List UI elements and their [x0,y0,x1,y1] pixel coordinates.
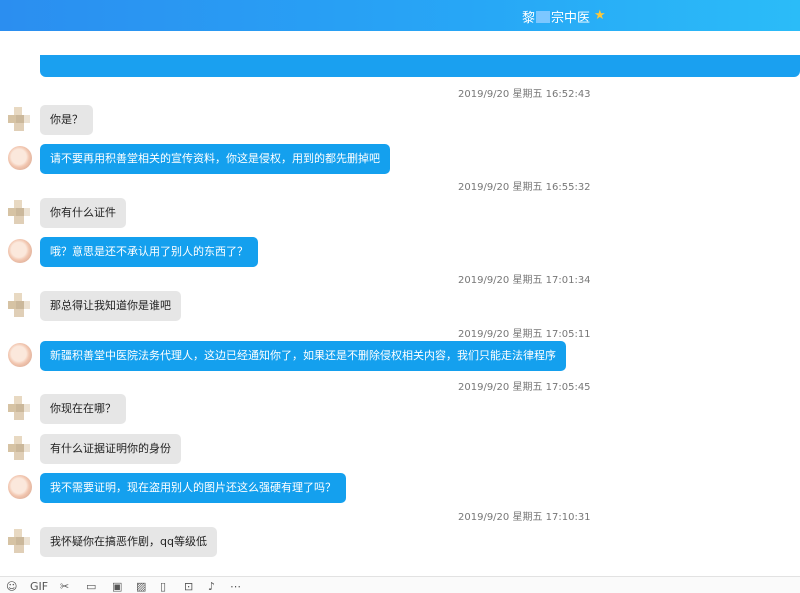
incoming-message: 你有什么证件 [0,198,800,238]
emoji-icon[interactable]: ☺ [6,581,17,593]
message-timestamp: 2019/9/20 星期五 17:01:34 [458,275,591,286]
my-avatar[interactable] [8,146,32,170]
message-bubble[interactable]: 哦？意思是还不承认用了别人的东西了？ [40,237,258,267]
contact-avatar[interactable] [8,396,32,420]
message-timestamp: 2019/9/20 星期五 16:52:43 [458,89,591,100]
contact-avatar[interactable] [8,107,32,131]
phone-icon[interactable]: ▯ [160,581,166,593]
input-toolbar: ☺ GIF ✂ ▭ ▣ ▨ ▯ ⊡ ♪ ⋯ [0,576,800,593]
redacted-block [536,11,551,23]
contact-avatar[interactable] [8,200,32,224]
chat-title-bar: 黎宗中医 ★ [0,0,800,31]
cut-off-message-text [50,60,790,70]
message-bubble[interactable]: 有什么证据证明你的身份 [40,434,181,464]
outgoing-message: 请不要再用积善堂相关的宣传资料，你这是侵权，用到的都先删掉吧 [0,144,800,184]
contact-avatar[interactable] [8,293,32,317]
chat-message-area[interactable]: 2019/9/20 星期五 16:52:43 你是？ 请不要再用积善堂相关的宣传资料… [0,31,800,576]
incoming-message: 有什么证据证明你的身份 [0,434,800,474]
message-bubble[interactable]: 新疆积善堂中医院法务代理人，这边已经通知你了，如果还是不删除侵权相关内容，我们只… [40,341,566,371]
more-icon[interactable]: ⋯ [230,581,241,593]
contact-name-prefix: 黎 [522,11,536,26]
gif-icon[interactable]: GIF [30,581,48,593]
my-avatar[interactable] [8,239,32,263]
contact-name[interactable]: 黎宗中医 [522,7,590,26]
outgoing-message: 哦？意思是还不承认用了别人的东西了？ [0,237,800,277]
message-bubble[interactable]: 那总得让我知道你是谁吧 [40,291,181,321]
message-bubble[interactable]: 请不要再用积善堂相关的宣传资料，你这是侵权，用到的都先删掉吧 [40,144,390,174]
incoming-message: 你现在在哪？ [0,394,800,434]
message-timestamp: 2019/9/20 星期五 17:10:31 [458,512,591,523]
contact-avatar[interactable] [8,529,32,553]
message-timestamp: 2019/9/20 星期五 17:05:45 [458,382,591,393]
message-bubble[interactable]: 我怀疑你在搞恶作剧，qq等级低 [40,527,217,557]
cut-off-message-bubble [40,55,800,77]
contact-name-suffix: 宗中医 [551,11,591,26]
photo-icon[interactable]: ▨ [136,581,146,593]
message-timestamp: 2019/9/20 星期五 17:05:11 [458,329,591,340]
incoming-message: 那总得让我知道你是谁吧 [0,291,800,331]
message-timestamp: 2019/9/20 星期五 16:55:32 [458,182,591,193]
message-bubble[interactable]: 你是？ [40,105,93,135]
image-icon[interactable]: ▣ [112,581,122,593]
my-avatar[interactable] [8,343,32,367]
message-bubble[interactable]: 你现在在哪？ [40,394,126,424]
incoming-message: 我怀疑你在搞恶作剧，qq等级低 [0,527,800,567]
incoming-message: 你是？ [0,105,800,145]
star-icon[interactable]: ★ [594,8,606,23]
message-bubble[interactable]: 我不需要证明，现在盗用别人的图片还这么强硬有理了吗？ [40,473,346,503]
folder-icon[interactable]: ▭ [86,581,96,593]
message-bubble[interactable]: 你有什么证件 [40,198,126,228]
red-packet-icon[interactable]: ⊡ [184,581,193,593]
contact-avatar[interactable] [8,436,32,460]
my-avatar[interactable] [8,475,32,499]
screenshot-icon[interactable]: ✂ [60,581,69,593]
outgoing-message: 新疆积善堂中医院法务代理人，这边已经通知你了，如果还是不删除侵权相关内容，我们只… [0,341,800,381]
outgoing-message: 我不需要证明，现在盗用别人的图片还这么强硬有理了吗？ [0,473,800,513]
voice-icon[interactable]: ♪ [208,581,215,593]
